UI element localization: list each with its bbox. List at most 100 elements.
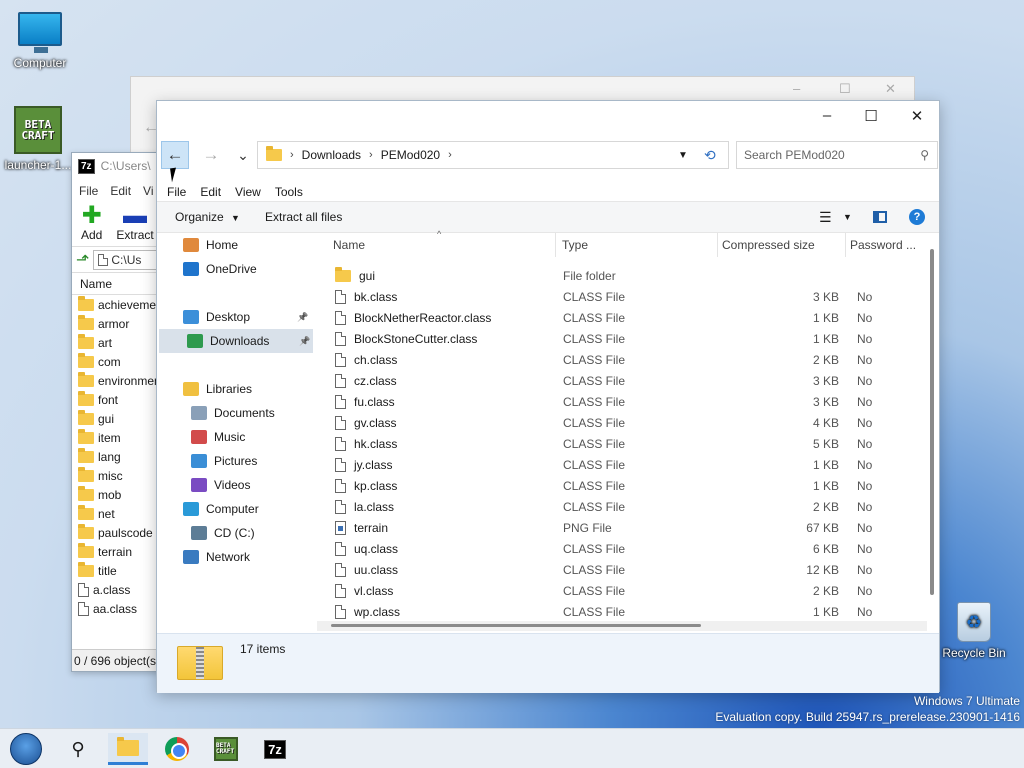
cell-password: No [857, 520, 873, 535]
table-row[interactable]: la.class CLASS File 2 KB No [329, 496, 929, 517]
extract-all-button[interactable]: Extract all files [265, 210, 342, 224]
table-row[interactable]: wp.class CLASS File 1 KB No [329, 601, 929, 622]
back-button[interactable]: ← [161, 141, 189, 169]
cell-compressed-size: 1 KB [812, 331, 839, 346]
start-button[interactable] [6, 733, 46, 765]
menu-edit[interactable]: Edit [200, 185, 221, 199]
cell-compressed-size: 3 KB [812, 394, 839, 409]
cell-compressed-size: 2 KB [812, 352, 839, 367]
forward-button[interactable]: → [197, 141, 225, 169]
table-row[interactable]: BlockStoneCutter.class CLASS File 1 KB No [329, 328, 929, 349]
table-row[interactable]: BlockNetherReactor.class CLASS File 1 KB No [329, 307, 929, 328]
sidebar-item-pictures[interactable]: Pictures [157, 449, 311, 473]
taskbar-chrome[interactable] [157, 733, 197, 765]
minimize-icon[interactable]: – [793, 81, 800, 96]
folder-icon [78, 428, 94, 444]
address-dropdown-icon[interactable]: ▼ [678, 150, 688, 161]
sidebar-item-cd-c[interactable]: CD (C:) [157, 521, 311, 545]
taskbar-file-explorer[interactable] [108, 733, 148, 765]
table-row[interactable]: hk.class CLASS File 5 KB No [329, 433, 929, 454]
pin-icon[interactable]: 📌 [299, 336, 310, 347]
organize-button[interactable]: Organize ▼ [175, 210, 240, 224]
refresh-icon[interactable]: ⟲ [704, 147, 716, 164]
extract-button[interactable]: ▬ Extract [116, 204, 153, 243]
table-row[interactable]: gv.class CLASS File 4 KB No [329, 412, 929, 433]
sidebar-item-downloads[interactable]: Downloads 📌 [159, 329, 313, 353]
sidebar-item-onedrive[interactable]: OneDrive [157, 257, 311, 281]
table-row[interactable]: fu.class CLASS File 3 KB No [329, 391, 929, 412]
sidebar-item-desktop[interactable]: Desktop 📌 [157, 305, 311, 329]
sidebar-item-network[interactable]: Network [157, 545, 311, 569]
column-header-compressed-size[interactable]: Compressed size [718, 233, 846, 257]
table-row[interactable]: terrain PNG File 67 KB No [329, 517, 929, 538]
desktop-icon-recycle-bin[interactable]: ♻ Recycle Bin [934, 602, 1014, 660]
sidebar-item-home[interactable]: Home [157, 233, 311, 257]
scrollbar-thumb[interactable] [331, 624, 701, 627]
recent-locations-button[interactable]: ⌄ [229, 141, 257, 169]
address-bar[interactable]: › Downloads › PEMod020 › ▼ ⟲ [257, 141, 729, 169]
table-row[interactable]: gui File folder [329, 265, 929, 286]
sidebar-item-documents[interactable]: Documents [157, 401, 311, 425]
sidebar-item-label: Music [214, 430, 246, 444]
taskbar-betacraft[interactable]: BETA CRAFT [206, 733, 246, 765]
add-label: Add [81, 228, 103, 242]
vertical-scrollbar[interactable] [930, 249, 934, 595]
close-icon[interactable]: ✕ [907, 107, 927, 125]
cell-type: File folder [563, 268, 616, 283]
horizontal-scrollbar[interactable] [317, 621, 927, 631]
file-name: hk.class [354, 436, 398, 451]
column-header-name[interactable]: Name [329, 233, 556, 257]
column-header-type[interactable]: Type [558, 233, 718, 257]
menu-tools[interactable]: Tools [275, 185, 303, 199]
taskbar-7zip[interactable]: 7z [255, 733, 295, 765]
search-button[interactable]: ⚲ [58, 733, 98, 765]
cell-type: CLASS File [563, 457, 626, 472]
table-row[interactable]: uq.class CLASS File 6 KB No [329, 538, 929, 559]
menu-view[interactable]: View [235, 185, 261, 199]
table-row[interactable]: cz.class CLASS File 3 KB No [329, 370, 929, 391]
breadcrumb-downloads[interactable]: Downloads [302, 148, 361, 162]
column-header-password[interactable]: Password ... [846, 233, 926, 257]
7zip-icon: 7z [264, 739, 286, 759]
menu-file[interactable]: File [79, 184, 98, 198]
sidebar-item-computer[interactable]: Computer [157, 497, 311, 521]
sidebar-item-videos[interactable]: Videos [157, 473, 311, 497]
sidebar-item-label: CD (C:) [214, 526, 255, 540]
table-row[interactable]: vl.class CLASS File 2 KB No [329, 580, 929, 601]
desktop-icon-computer[interactable]: Computer [0, 12, 80, 70]
maximize-icon[interactable]: ☐ [839, 81, 851, 97]
menu-view[interactable]: Vi [143, 184, 153, 198]
cell-password: No [857, 562, 873, 577]
table-row[interactable]: uu.class CLASS File 12 KB No [329, 559, 929, 580]
help-icon[interactable]: ? [909, 209, 925, 225]
breadcrumb-pemod020[interactable]: PEMod020 [381, 148, 440, 162]
desktop-icon-launcher[interactable]: BETA CRAFT launcher-1... [0, 106, 78, 172]
table-row[interactable]: jy.class CLASS File 1 KB No [329, 454, 929, 475]
add-button[interactable]: ✚ Add [81, 204, 103, 243]
search-input[interactable]: Search PEMod020 ⚲ [736, 141, 938, 169]
maximize-icon[interactable]: ☐ [861, 107, 881, 125]
watermark-edition: Windows 7 Ultimate [913, 694, 1020, 708]
file-name: uu.class [354, 562, 399, 577]
pin-icon[interactable]: 📌 [297, 312, 308, 323]
table-row[interactable]: ch.class CLASS File 2 KB No [329, 349, 929, 370]
close-icon[interactable]: ✕ [885, 81, 896, 97]
title-bar: – ☐ ✕ [157, 101, 939, 131]
menu-edit[interactable]: Edit [110, 184, 131, 198]
chevron-down-icon[interactable]: ▼ [843, 212, 852, 222]
menu-file[interactable]: File [167, 185, 186, 199]
table-row[interactable]: bk.class CLASS File 3 KB No [329, 286, 929, 307]
file-name: ch.class [354, 352, 398, 367]
explorer-window[interactable]: – ☐ ✕ ← → ⌄ › Downloads › PEMod020 › ▼ ⟲… [156, 100, 940, 693]
sidebar-item-music[interactable]: Music [157, 425, 311, 449]
zip-folder-icon [177, 646, 223, 680]
music-icon [191, 430, 207, 444]
sidebar-item-label: Libraries [206, 382, 253, 396]
minimize-icon[interactable]: – [817, 107, 837, 124]
navigation-pane: Home OneDrive Desktop 📌 Downloads 📌 Libraries D… [157, 233, 317, 633]
sidebar-item-libraries[interactable]: Libraries [157, 377, 311, 401]
table-row[interactable]: kp.class CLASS File 1 KB No [329, 475, 929, 496]
preview-pane-icon[interactable] [873, 211, 887, 223]
view-options-icon[interactable]: ☰ [819, 209, 832, 226]
up-folder-icon[interactable]: ⬏ [76, 250, 89, 270]
